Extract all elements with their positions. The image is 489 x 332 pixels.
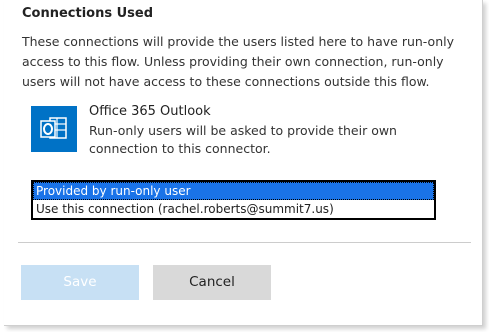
connections-panel: Connections Used These connections will …: [4, 0, 483, 326]
section-title: Connections Used: [22, 6, 154, 21]
save-button[interactable]: Save: [21, 265, 139, 300]
divider: [18, 242, 471, 243]
cancel-button[interactable]: Cancel: [153, 265, 271, 300]
connection-option-use-this-connection[interactable]: Use this connection (rachel.roberts@summ…: [33, 200, 434, 218]
outlook-icon: [31, 106, 77, 152]
connector-name: Office 365 Outlook: [89, 104, 211, 119]
section-description: These connections will provide the users…: [22, 34, 454, 89]
connector-description: Run-only users will be asked to provide …: [89, 123, 397, 156]
connection-select[interactable]: Provided by run-only user Use this conne…: [31, 180, 436, 220]
connection-option-run-only-user[interactable]: Provided by run-only user: [33, 182, 434, 200]
